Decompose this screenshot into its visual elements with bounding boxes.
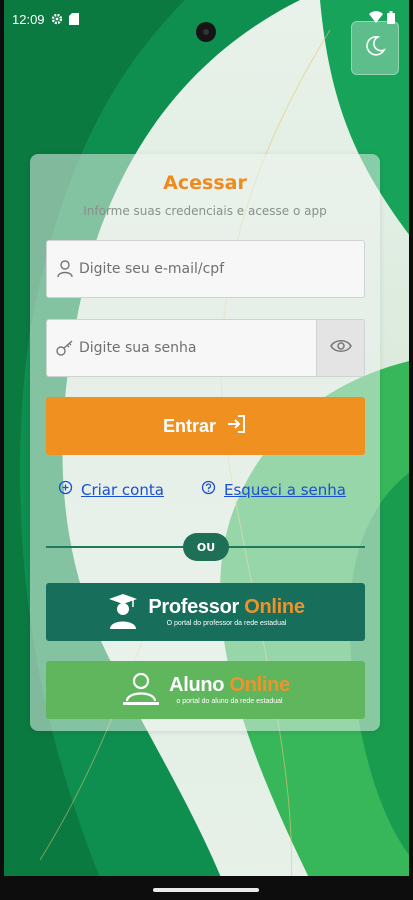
professor-name-part1: Professor xyxy=(148,596,239,618)
theme-toggle-button[interactable] xyxy=(351,21,399,75)
front-camera xyxy=(196,22,216,42)
professor-online-logo: Professor Online O portal do professor d… xyxy=(148,596,305,627)
create-account-link[interactable]: Criar conta xyxy=(58,480,164,499)
moon-icon xyxy=(364,35,386,61)
password-input[interactable] xyxy=(79,320,329,376)
show-password-button[interactable] xyxy=(316,320,364,376)
aluno-online-button[interactable]: Aluno Online o portal do aluno da rede e… xyxy=(46,661,365,719)
professor-name-part2: Online xyxy=(244,596,305,618)
email-input[interactable] xyxy=(79,241,329,297)
home-indicator[interactable] xyxy=(153,888,259,892)
create-account-label: Criar conta xyxy=(81,480,164,499)
eye-icon xyxy=(329,338,352,358)
gear-icon xyxy=(51,13,63,25)
aluno-online-logo: Aluno Online o portal do aluno da rede e… xyxy=(169,675,290,705)
sd-card-icon xyxy=(68,13,79,25)
login-card: Acessar Informe suas credenciais e acess… xyxy=(30,154,380,731)
aluno-name-part1: Aluno xyxy=(169,674,225,696)
email-field[interactable] xyxy=(46,240,365,298)
login-subtitle: Informe suas credenciais e acesse o app xyxy=(83,204,327,218)
forgot-password-label: Esqueci a senha xyxy=(224,480,346,499)
login-title: Acessar xyxy=(163,172,247,194)
device-frame-left xyxy=(0,0,4,900)
app-screen: 12:09 Acessar Informe suas credenciais e… xyxy=(0,0,413,900)
divider-or-label: OU xyxy=(183,533,229,561)
key-icon xyxy=(55,338,75,358)
aluno-name-part2: Online xyxy=(229,674,290,696)
professor-tagline: O portal do professor da rede estadual xyxy=(166,620,287,627)
status-time: 12:09 xyxy=(12,11,45,27)
student-icon xyxy=(121,671,161,710)
forgot-password-link[interactable]: Esqueci a senha xyxy=(201,480,346,499)
login-arrow-icon xyxy=(226,413,248,440)
professor-online-button[interactable]: Professor Online O portal do professor d… xyxy=(46,583,365,641)
login-button[interactable]: Entrar xyxy=(46,397,365,455)
login-button-label: Entrar xyxy=(162,415,216,436)
device-frame-right xyxy=(409,0,413,900)
professor-icon xyxy=(106,593,140,632)
help-circle-icon xyxy=(201,480,216,499)
password-field[interactable] xyxy=(46,319,365,377)
plus-circle-icon xyxy=(58,480,73,499)
user-icon xyxy=(55,259,75,279)
aluno-tagline: o portal do aluno da rede estadual xyxy=(176,698,283,705)
